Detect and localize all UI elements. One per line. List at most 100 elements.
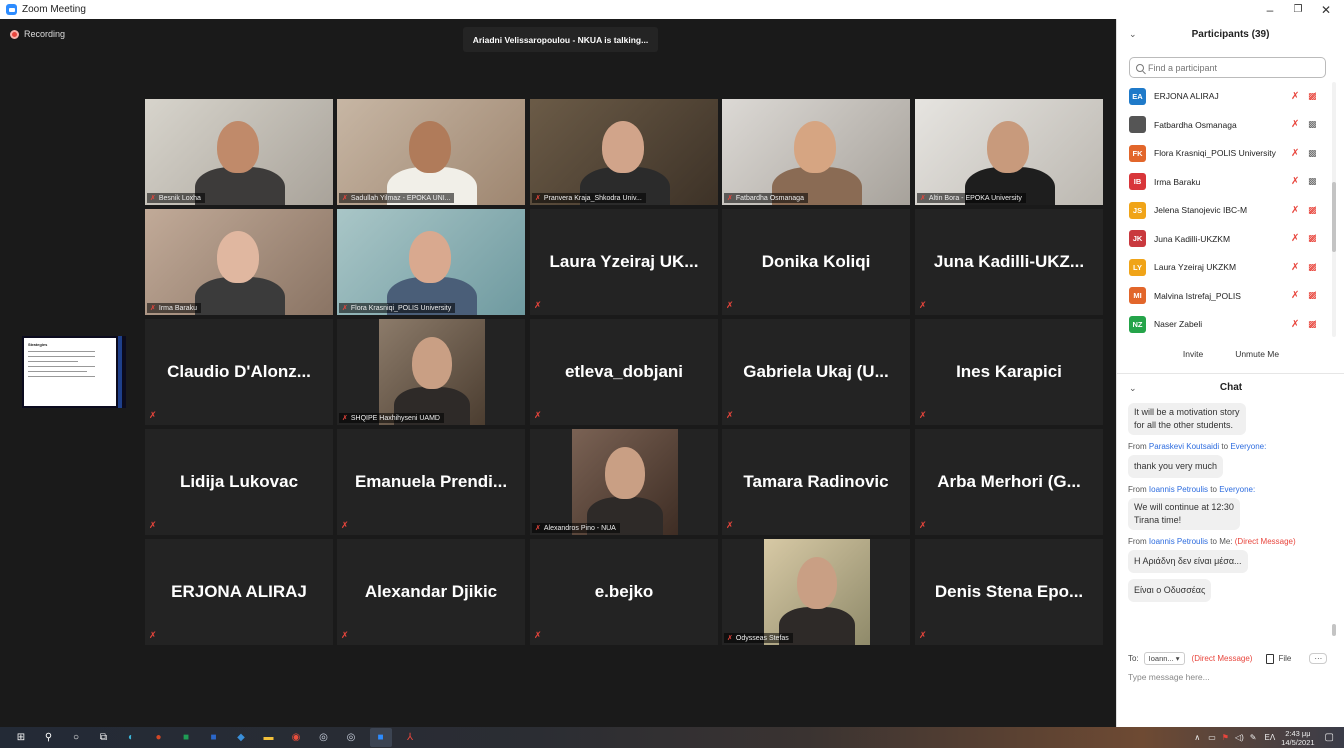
- muted-mic-icon[interactable]: ✗: [1291, 119, 1299, 130]
- unmute-me-button[interactable]: Unmute Me: [1227, 345, 1288, 363]
- video-off-icon[interactable]: ▩̸: [1308, 91, 1317, 102]
- close-button[interactable]: ✕: [1311, 0, 1341, 19]
- recipient-dropdown[interactable]: Ioann... ▾: [1143, 652, 1185, 665]
- search-icon[interactable]: ⚲: [40, 731, 58, 744]
- pen-icon[interactable]: ✎: [1250, 733, 1257, 742]
- powerpoint-icon[interactable]: ●: [150, 731, 168, 744]
- participant-tile[interactable]: Denis Stena Epo... ✗: [915, 539, 1103, 645]
- participant-row[interactable]: EA ERJONA ALIRAJ ✗ ▩̸: [1117, 82, 1332, 111]
- participant-tile[interactable]: Lidija Lukovac ✗: [145, 429, 333, 535]
- participant-tile[interactable]: ✗ Besnik Loxha: [145, 99, 333, 205]
- participant-tile[interactable]: ✗ Altin Bora - EPOKA University: [915, 99, 1103, 205]
- muted-mic-icon[interactable]: ✗: [1291, 262, 1299, 273]
- participant-tile[interactable]: Gabriela Ukaj (U... ✗: [722, 319, 910, 425]
- participant-tile[interactable]: Ines Karapici ✗: [915, 319, 1103, 425]
- muted-mic-icon[interactable]: ✗: [1291, 148, 1299, 159]
- participant-row[interactable]: Fatbardha Osmanaga ✗ ▩: [1117, 111, 1332, 140]
- muted-mic-icon[interactable]: ✗: [1291, 319, 1299, 330]
- participant-tile[interactable]: Claudio D'Alonz... ✗: [145, 319, 333, 425]
- zoom-alt2-icon[interactable]: ◎: [342, 731, 360, 744]
- panel-divider[interactable]: [1117, 373, 1344, 374]
- chat-recipient[interactable]: Everyone:: [1230, 442, 1266, 451]
- video-off-icon[interactable]: ▩̸: [1308, 290, 1317, 301]
- acrobat-icon[interactable]: ⅄: [401, 731, 419, 744]
- restore-button[interactable]: ❐: [1283, 0, 1313, 19]
- participant-row[interactable]: LY Laura Yzeiraj UKZKM ✗ ▩̸: [1117, 253, 1332, 282]
- participant-tile[interactable]: Laura Yzeiraj UK... ✗: [530, 209, 718, 315]
- participant-tile[interactable]: ✗ Alexandros Pino - NUA: [530, 429, 718, 535]
- chat-recipient[interactable]: Everyone:: [1219, 485, 1255, 494]
- zoom-alt-icon[interactable]: ◎: [315, 731, 333, 744]
- muted-mic-icon[interactable]: ✗: [1291, 290, 1299, 301]
- edge-icon[interactable]: ◐: [122, 731, 140, 744]
- participant-tile[interactable]: ✗ Flora Krasniqi_POLIS University: [337, 209, 525, 315]
- participant-tile[interactable]: ERJONA ALIRAJ ✗: [145, 539, 333, 645]
- file-explorer-icon[interactable]: ▬: [260, 731, 278, 744]
- screen-share-thumbnail[interactable]: Strategies: [22, 336, 126, 408]
- video-off-icon[interactable]: ▩̸: [1308, 319, 1317, 330]
- participant-tile[interactable]: ✗ Sadullah Yilmaz - EPOKA UNI...: [337, 99, 525, 205]
- chat-sender[interactable]: Ioannis Petroulis: [1149, 485, 1208, 494]
- participant-tile[interactable]: Alexandar Djikic ✗: [337, 539, 525, 645]
- participant-tile[interactable]: ✗ Irma Baraku: [145, 209, 333, 315]
- participant-row[interactable]: MI Malvina Istrefaj_POLIS ✗ ▩̸: [1117, 282, 1332, 311]
- invite-button[interactable]: Invite: [1174, 345, 1212, 363]
- recording-indicator[interactable]: Recording: [10, 29, 65, 39]
- muted-mic-icon[interactable]: ✗: [1291, 233, 1299, 244]
- participant-tile[interactable]: Emanuela Prendi... ✗: [337, 429, 525, 535]
- participant-tile[interactable]: ✗ Odysseas Stefas: [722, 539, 910, 645]
- video-off-icon[interactable]: ▩̸: [1308, 205, 1317, 216]
- participant-row[interactable]: IB Irma Baraku ✗ ▩: [1117, 168, 1332, 197]
- clock[interactable]: 2:43 μμ 14/5/2021: [1281, 729, 1314, 747]
- participant-tile[interactable]: ✗ Pranvera Kraja_Shkodra Univ...: [530, 99, 718, 205]
- language-indicator[interactable]: EΛ: [1264, 733, 1275, 742]
- explorer-blue-icon[interactable]: ◆: [232, 731, 250, 744]
- participant-tile[interactable]: etleva_dobjani ✗: [530, 319, 718, 425]
- chrome-icon[interactable]: ◉: [287, 731, 305, 744]
- participant-tile[interactable]: Donika Koliqi ✗: [722, 209, 910, 315]
- zoom-icon[interactable]: ■: [369, 728, 392, 747]
- file-button[interactable]: File: [1266, 653, 1291, 664]
- participant-tile[interactable]: ✗ SHQIPE Haxhihyseni UAMD: [337, 319, 525, 425]
- muted-mic-icon[interactable]: ✗: [1291, 205, 1299, 216]
- muted-mic-icon[interactable]: ✗: [1291, 91, 1299, 102]
- task-view-icon[interactable]: ⧉: [95, 731, 113, 744]
- volume-icon[interactable]: ◁): [1235, 733, 1244, 742]
- participant-tile[interactable]: e.bejko ✗: [530, 539, 718, 645]
- participant-row[interactable]: NZ Naser Zabeli ✗ ▩̸: [1117, 310, 1332, 339]
- participant-row[interactable]: JS Jelena Stanojevic IBC-M ✗ ▩̸: [1117, 196, 1332, 225]
- participant-tile[interactable]: Tamara Radinovic ✗: [722, 429, 910, 535]
- cortana-icon[interactable]: ○: [67, 731, 85, 744]
- chat-sender-line: From Ioannis Petroulis to Me: (Direct Me…: [1128, 537, 1296, 546]
- video-off-icon[interactable]: ▩̸: [1308, 262, 1317, 273]
- chat-sender[interactable]: Ioannis Petroulis: [1149, 537, 1208, 546]
- video-on-icon[interactable]: ▩: [1308, 148, 1317, 159]
- network-icon[interactable]: ▭: [1208, 733, 1216, 742]
- notifications-icon[interactable]: ▢: [1325, 732, 1334, 743]
- participant-row[interactable]: FK Flora Krasniqi_POLIS University ✗ ▩: [1117, 139, 1332, 168]
- participants-header: ⌄ Participants (39): [1117, 19, 1344, 49]
- chat-sender[interactable]: Paraskevi Koutsaidi: [1149, 442, 1219, 451]
- minimize-button[interactable]: –: [1255, 0, 1285, 19]
- video-off-icon[interactable]: ▩̸: [1308, 233, 1317, 244]
- excel-icon[interactable]: ■: [177, 731, 195, 744]
- collapse-participants-icon[interactable]: ⌄: [1129, 29, 1137, 40]
- collapse-chat-icon[interactable]: ⌄: [1129, 383, 1137, 394]
- chat-input[interactable]: Type message here...: [1128, 672, 1210, 682]
- chat-scrollbar[interactable]: [1332, 401, 1336, 636]
- video-on-icon[interactable]: ▩: [1308, 119, 1317, 130]
- show-hidden-icons-icon[interactable]: ∧: [1194, 733, 1200, 742]
- participant-tile[interactable]: Juna Kadilli-UKZ... ✗: [915, 209, 1103, 315]
- acrobat-tray-icon[interactable]: ⚑: [1222, 733, 1229, 742]
- video-on-icon[interactable]: ▩: [1308, 176, 1317, 187]
- participant-search-input[interactable]: [1148, 62, 1318, 73]
- muted-mic-icon[interactable]: ✗: [1291, 176, 1299, 187]
- participant-row[interactable]: JK Juna Kadilli-UKZKM ✗ ▩̸: [1117, 225, 1332, 254]
- participant-tile[interactable]: ✗ Fatbardha Osmanaga: [722, 99, 910, 205]
- participant-search[interactable]: [1129, 57, 1326, 78]
- participant-tile[interactable]: Arba Merhori (G... ✗: [915, 429, 1103, 535]
- participants-scrollbar[interactable]: [1332, 82, 1336, 337]
- word-icon[interactable]: ■: [205, 731, 223, 744]
- windows-icon[interactable]: ⊞: [12, 731, 30, 744]
- more-options-button[interactable]: ···: [1309, 653, 1328, 664]
